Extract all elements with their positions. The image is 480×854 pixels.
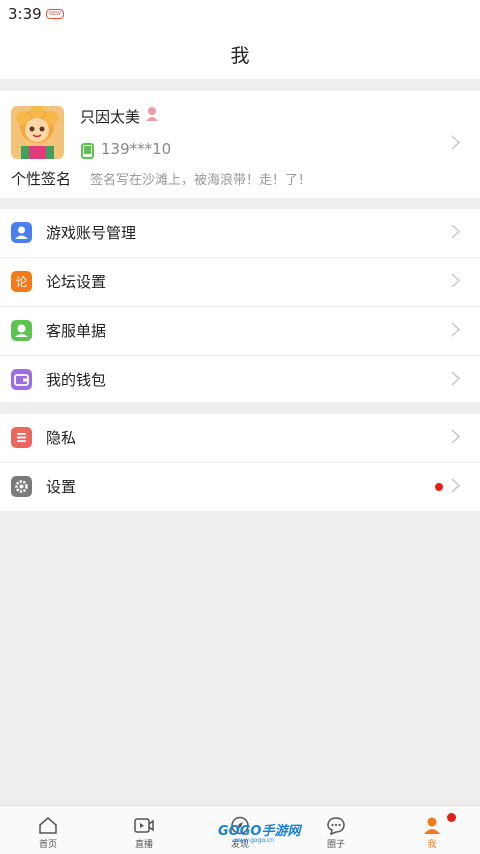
chevron-right-icon (451, 135, 461, 154)
tab-label: 首页 (38, 840, 57, 850)
svg-text:论: 论 (15, 275, 27, 289)
chat-icon (327, 817, 345, 835)
phone-number: 139***10 (101, 140, 172, 158)
tab-live[interactable]: 直播 (96, 806, 192, 854)
user-gender-icon (145, 106, 159, 125)
chevron-right-icon (451, 322, 461, 341)
chevron-right-icon (451, 224, 461, 243)
tab-label: 我 (427, 840, 437, 850)
watermark-logo: GOGO手游网 www.gogo.cn (218, 820, 300, 844)
signature-text: 签名写在沙滩上，被海浪带！走！了！ (90, 173, 312, 188)
tab-home[interactable]: 首页 (0, 806, 96, 854)
home-icon (39, 817, 57, 834)
notification-dot (447, 813, 456, 822)
page-title: 我 (230, 45, 250, 67)
service-icon (11, 320, 32, 341)
profile-card[interactable]: 只因太美 139***10 个性签名 签名写在沙滩上，被海浪带！走！了！ (0, 91, 480, 198)
notification-icon: NEW (46, 9, 64, 19)
menu-item-forum-settings[interactable]: 论 论坛设置 (0, 258, 480, 307)
menu-item-wallet[interactable]: 我的钱包 (0, 356, 480, 404)
menu-item-label: 隐私 (46, 429, 77, 447)
menu-item-game-accounts[interactable]: 游戏账号管理 (0, 209, 480, 258)
chevron-right-icon (451, 273, 461, 292)
forum-icon: 论 (11, 271, 32, 292)
menu-item-settings[interactable]: 设置 (0, 463, 480, 511)
user-icon (11, 222, 32, 243)
gear-icon (11, 476, 32, 497)
status-time: 3:39 (8, 5, 42, 23)
chevron-right-icon (451, 371, 461, 390)
watermark-url: www.gogo.cn (234, 837, 274, 844)
menu-item-label: 论坛设置 (46, 273, 107, 291)
me-icon (424, 817, 440, 834)
menu-item-label: 我的钱包 (46, 371, 107, 389)
username: 只因太美 (80, 108, 141, 126)
signature-label: 个性签名 (11, 170, 72, 188)
tab-label: 直播 (134, 840, 153, 850)
chevron-right-icon (451, 429, 461, 448)
menu-item-privacy[interactable]: 隐私 (0, 414, 480, 463)
phone-icon (81, 143, 94, 163)
menu-item-label: 设置 (46, 478, 77, 496)
chevron-right-icon (451, 478, 461, 497)
wallet-icon (11, 369, 32, 390)
menu-group-account: 游戏账号管理 论 论坛设置 客服单据 我的钱包 (0, 209, 480, 402)
avatar[interactable] (11, 106, 64, 159)
menu-item-label: 游戏账号管理 (46, 224, 137, 242)
status-bar: 3:39 NEW (0, 0, 480, 28)
notification-dot (435, 483, 443, 491)
menu-item-service-tickets[interactable]: 客服单据 (0, 307, 480, 356)
title-bar: 我 (0, 28, 480, 79)
tab-label: 圈子 (326, 840, 345, 850)
tab-circle[interactable]: 圈子 (288, 806, 384, 854)
privacy-icon (11, 427, 32, 448)
video-icon (134, 818, 154, 833)
menu-group-system: 隐私 设置 (0, 414, 480, 511)
tab-me[interactable]: 我 (384, 806, 480, 854)
menu-item-label: 客服单据 (46, 322, 107, 340)
